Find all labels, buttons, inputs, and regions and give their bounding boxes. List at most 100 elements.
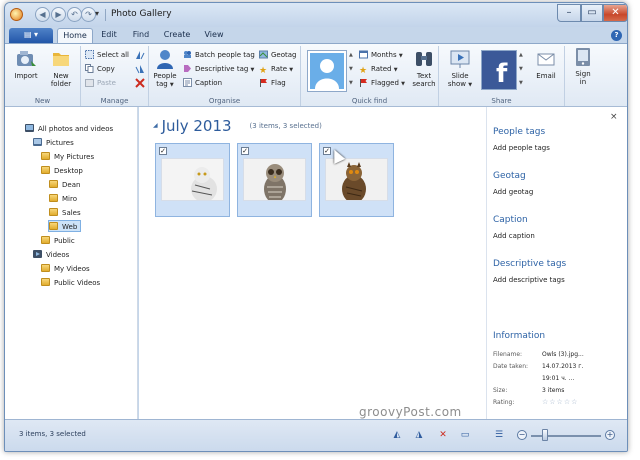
- flag-label: Flag: [271, 79, 286, 87]
- facebook-share-button[interactable]: f: [481, 50, 517, 90]
- rotate-right-status-icon[interactable]: ◮: [413, 429, 425, 441]
- add-caption-link[interactable]: Add caption: [493, 232, 535, 240]
- rated-button[interactable]: ★ Rated ▼: [359, 64, 398, 76]
- tab-home[interactable]: Home: [57, 28, 93, 43]
- nav-item-my-pictures[interactable]: My Pictures: [41, 151, 94, 163]
- slide-show-button[interactable]: Slide show ▼: [443, 48, 477, 89]
- group-share: Slide show ▼ f ▲ ▼ ▼ Email Share: [439, 46, 565, 106]
- nav-item-dean[interactable]: Dean: [49, 179, 80, 191]
- nav-item-videos[interactable]: Videos: [33, 249, 69, 261]
- nav-item-public-videos[interactable]: Public Videos: [41, 277, 100, 289]
- add-geotag-link[interactable]: Add geotag: [493, 188, 533, 196]
- delete-status-icon[interactable]: ✕: [437, 429, 449, 441]
- rate-label: Rate: [271, 65, 288, 73]
- flag-icon: [260, 79, 267, 87]
- zoom-out-button[interactable]: −: [517, 430, 527, 440]
- paste-button[interactable]: Paste: [85, 78, 116, 89]
- nav-item-pictures[interactable]: Pictures: [33, 137, 74, 149]
- folder-icon: [41, 166, 50, 174]
- add-descriptive-tags-link[interactable]: Add descriptive tags: [493, 276, 565, 284]
- people-filter-gallery[interactable]: [307, 50, 347, 92]
- caption-button[interactable]: Caption: [183, 78, 222, 89]
- tab-view[interactable]: View: [199, 28, 229, 43]
- tab-find[interactable]: Find: [127, 28, 155, 43]
- quick-access-dropdown-icon[interactable]: ▾: [95, 9, 99, 18]
- file-menu-button[interactable]: ▤ ▾: [9, 28, 53, 43]
- photo-gallery-app-icon[interactable]: [10, 8, 23, 21]
- batch-people-tag-button[interactable]: Batch people tag: [183, 50, 255, 61]
- slide-show-label-1: Slide: [451, 72, 469, 80]
- rotate-left-icon[interactable]: ↶: [67, 7, 82, 22]
- tab-edit[interactable]: Edit: [95, 28, 123, 43]
- photo-thumbnail[interactable]: ✓: [237, 143, 312, 217]
- flagged-button[interactable]: Flagged ▼: [359, 78, 405, 89]
- close-details-pane-button[interactable]: ×: [610, 112, 618, 122]
- back-icon[interactable]: ◀: [35, 7, 50, 22]
- nav-item-all-photos-and-videos[interactable]: All photos and videos: [25, 123, 113, 135]
- rate-button[interactable]: ★ Rate ▼: [259, 64, 293, 76]
- photo-thumbnail[interactable]: ✓: [155, 143, 230, 217]
- delete-icon[interactable]: [135, 78, 145, 88]
- folder-icon: [41, 278, 50, 286]
- zoom-in-button[interactable]: +: [605, 430, 615, 440]
- gallery-expand-icon[interactable]: ▼: [349, 80, 353, 86]
- date-group-header[interactable]: ◢ July 2013 (3 items, 3 selected): [153, 117, 322, 135]
- rating-stars[interactable]: ☆☆☆☆☆: [542, 398, 578, 406]
- nav-item-sales[interactable]: Sales: [49, 207, 81, 219]
- gallery-scroll-down-icon[interactable]: ▼: [349, 66, 353, 72]
- months-button[interactable]: Months ▼: [359, 50, 403, 61]
- nav-item-public[interactable]: Public: [41, 235, 75, 247]
- details-view-icon[interactable]: ☰: [493, 429, 505, 441]
- import-button[interactable]: Import: [11, 48, 41, 80]
- geotag-button[interactable]: Geotag: [259, 50, 297, 61]
- close-button[interactable]: ✕: [603, 4, 627, 22]
- email-icon: [537, 53, 555, 66]
- nav-label: Videos: [46, 251, 70, 259]
- nav-item-miro[interactable]: Miro: [49, 193, 77, 205]
- rotate-right-icon[interactable]: [135, 64, 145, 74]
- text-search-label-1: Text: [416, 72, 432, 80]
- nav-label: My Pictures: [54, 153, 95, 161]
- descriptive-tag-button[interactable]: Descriptive tag ▼: [183, 64, 254, 75]
- zoom-slider-handle[interactable]: [542, 429, 548, 441]
- slide-show-status-icon[interactable]: ▭: [459, 429, 471, 441]
- nav-item-web[interactable]: Web: [48, 220, 82, 232]
- select-all-button[interactable]: Select all: [85, 50, 129, 61]
- time-taken-value[interactable]: 19:01 ч. ...: [542, 375, 574, 382]
- new-folder-button[interactable]: New folder: [45, 48, 77, 88]
- copy-button[interactable]: Copy: [85, 64, 115, 75]
- share-scroll-up-icon[interactable]: ▲: [519, 52, 523, 58]
- add-people-tags-link[interactable]: Add people tags: [493, 144, 550, 152]
- photo-checkbox[interactable]: ✓: [159, 147, 167, 155]
- rotate-left-status-icon[interactable]: ◭: [391, 429, 403, 441]
- flag-button[interactable]: Flag: [259, 78, 286, 89]
- date-taken-value[interactable]: 14.07.2013 г.: [542, 363, 583, 370]
- rotate-right-icon[interactable]: ↷: [81, 7, 96, 22]
- ribbon: Import New folder New Select all Copy Pa…: [5, 43, 627, 107]
- select-all-label: Select all: [97, 51, 129, 59]
- months-dropdown-icon: ▼: [398, 53, 403, 59]
- forward-icon[interactable]: ▶: [51, 7, 66, 22]
- help-icon[interactable]: ?: [611, 30, 622, 41]
- photo-checkbox[interactable]: ✓: [241, 147, 249, 155]
- collapse-arrow-icon[interactable]: ◢: [153, 122, 158, 129]
- share-expand-icon[interactable]: ▼: [519, 80, 523, 86]
- minimize-button[interactable]: –: [557, 4, 581, 22]
- sign-in-button[interactable]: Sign in: [569, 46, 597, 86]
- share-scroll-down-icon[interactable]: ▼: [519, 66, 523, 72]
- sign-in-label-2: in: [579, 78, 587, 86]
- people-tag-button[interactable]: People tag ▼: [151, 48, 179, 89]
- email-button[interactable]: Email: [531, 48, 561, 80]
- rating-star-icons[interactable]: ☆☆☆☆☆: [542, 398, 578, 406]
- maximize-button[interactable]: ▭: [581, 4, 603, 22]
- text-search-button[interactable]: Text search: [411, 48, 437, 88]
- people-tags-header: People tags: [493, 127, 546, 137]
- rotate-left-icon[interactable]: [135, 50, 145, 60]
- tab-create[interactable]: Create: [159, 28, 195, 43]
- batch-people-tag-icon: [184, 51, 191, 58]
- nav-item-desktop[interactable]: Desktop: [41, 165, 83, 177]
- gallery-scroll-up-icon[interactable]: ▲: [349, 52, 353, 58]
- nav-item-my-videos[interactable]: My Videos: [41, 263, 90, 275]
- folder-icon: [49, 222, 58, 230]
- flagged-dropdown-icon: ▼: [401, 81, 405, 87]
